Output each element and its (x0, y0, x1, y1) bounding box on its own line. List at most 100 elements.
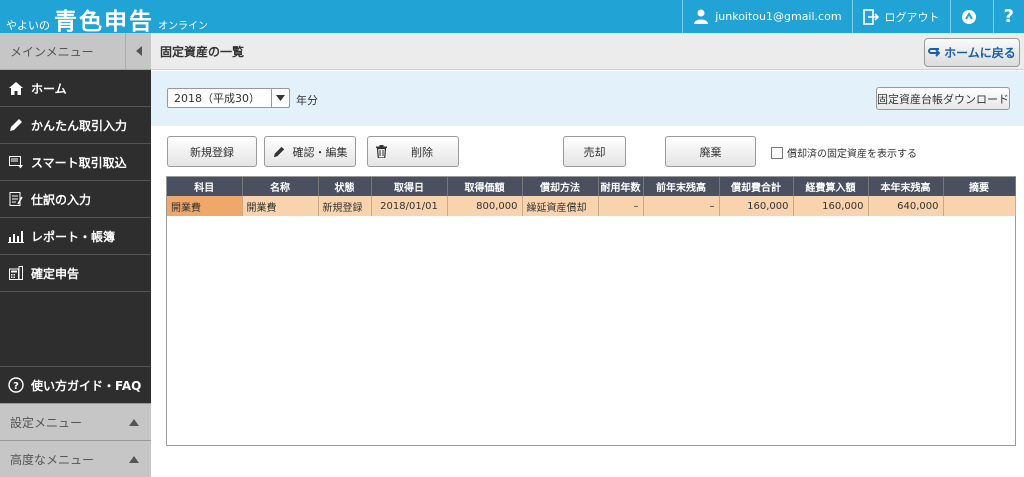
collapse-sidebar-button[interactable] (125, 32, 151, 70)
pencil-icon (273, 146, 285, 158)
app-logo[interactable]: やよいの 青色申告 オンライン (6, 2, 208, 35)
main-menu-label: メインメニュー (10, 44, 94, 59)
user-email: junkoitou1@gmail.com (715, 10, 842, 23)
column-header[interactable]: 取得日 (371, 177, 448, 196)
edit-button-label: 確認・編集 (292, 145, 348, 159)
table-header-row: 科目 名称 状態 取得日 取得価額 償却方法 耐用年数 前年末残高 償却費合計 … (167, 177, 1016, 196)
sidebar-item-label: かんたん取引入力 (31, 118, 128, 133)
chevron-up-icon (129, 455, 139, 463)
column-header[interactable]: 取得価額 (447, 177, 523, 196)
ledger-download-button[interactable]: 固定資産台帳ダウンロード (876, 87, 1010, 110)
cell-status: 新規登録 (318, 196, 372, 216)
logout-button[interactable]: ログアウト (853, 0, 950, 33)
sidebar-item-label: 仕訳の入力 (31, 192, 92, 207)
year-suffix: 年分 (296, 94, 318, 107)
sidebar-item-smart-import[interactable]: スマート取引取込 (0, 144, 151, 181)
sidebar-item-tax-return[interactable]: 確定申告 (0, 255, 151, 292)
home-button-label: ホームに戻る (944, 46, 1016, 60)
question-circle-icon: ? (8, 377, 24, 393)
advanced-menu-toggle[interactable]: 高度なメニュー (0, 440, 151, 477)
logout-label: ログアウト (884, 10, 940, 24)
confirm-edit-button[interactable]: 確認・編集 (264, 136, 356, 167)
page-title: 固定資産の一覧 (160, 44, 245, 59)
column-header[interactable]: 耐用年数 (598, 177, 644, 196)
sidebar-item-guide-faq[interactable]: ? 使い方ガイド・FAQ (0, 366, 151, 403)
cell-expense-amount: 160,000 (793, 196, 869, 216)
page-header: 固定資産の一覧 ホームに戻る (151, 33, 1024, 70)
svg-text:?: ? (13, 381, 19, 392)
home-icon (8, 80, 24, 96)
cell-depreciation-total: 160,000 (719, 196, 794, 216)
column-header[interactable]: 状態 (318, 177, 372, 196)
dispose-button[interactable]: 廃棄 (665, 136, 756, 167)
report-icon (8, 228, 24, 244)
sell-button-label: 売却 (583, 145, 606, 159)
support-icon (961, 9, 977, 25)
back-to-home-button[interactable]: ホームに戻る (924, 38, 1020, 67)
settings-menu-toggle[interactable]: 設定メニュー (0, 403, 151, 440)
table-row[interactable]: 開業費 開業費 新規登録 2018/01/01 800,000 繰延資産償却 –… (167, 196, 1016, 216)
fixed-asset-table: 科目 名称 状態 取得日 取得価額 償却方法 耐用年数 前年末残高 償却費合計 … (166, 176, 1016, 446)
pencil-icon (8, 117, 24, 133)
cell-account: 開業費 (167, 196, 243, 216)
logout-icon (862, 8, 879, 25)
delete-button[interactable]: 削除 (367, 136, 459, 167)
import-icon (8, 154, 24, 170)
return-arrow-icon (928, 47, 941, 57)
cell-year-end-balance: 640,000 (868, 196, 944, 216)
new-button-label: 新規登録 (190, 145, 234, 159)
column-header[interactable]: 摘要 (943, 177, 1016, 196)
top-bar: やよいの 青色申告 オンライン junkoitou1@gmail.com ログア… (0, 0, 1024, 35)
column-header[interactable]: 科目 (167, 177, 243, 196)
support-button[interactable] (951, 0, 993, 33)
new-registration-button[interactable]: 新規登録 (167, 136, 257, 167)
help-icon: ? (1003, 6, 1014, 27)
sidebar-item-label: スマート取引取込 (31, 155, 127, 170)
help-button[interactable]: ? (994, 0, 1024, 33)
sidebar-item-reports[interactable]: レポート・帳簿 (0, 218, 151, 255)
year-select-value: 2018（平成30） (174, 92, 260, 105)
checkbox-box[interactable] (771, 146, 783, 159)
sidebar-item-journal[interactable]: 仕訳の入力 (0, 181, 151, 218)
column-header[interactable]: 前年末残高 (643, 177, 720, 196)
column-header[interactable]: 本年末残高 (868, 177, 944, 196)
dispose-button-label: 廃棄 (699, 145, 722, 159)
sidebar-item-label: ホーム (31, 81, 67, 96)
show-depreciated-label: 償却済の固定資産を表示する (787, 149, 917, 160)
filter-area: 2018（平成30） 年分 固定資産台帳ダウンロード (151, 71, 1024, 126)
column-header[interactable]: 償却費合計 (719, 177, 794, 196)
dropdown-arrow-icon[interactable] (271, 89, 289, 107)
sidebar-item-label: 確定申告 (31, 266, 80, 281)
sidebar-item-simple-entry[interactable]: かんたん取引入力 (0, 107, 151, 144)
user-account[interactable]: junkoitou1@gmail.com (683, 0, 851, 33)
chevron-left-icon (135, 46, 142, 56)
cell-name: 開業費 (242, 196, 319, 216)
cell-acquisition-cost: 800,000 (447, 196, 523, 216)
column-header[interactable]: 経費算入額 (793, 177, 869, 196)
sidebar-item-label: レポート・帳簿 (31, 229, 116, 244)
settings-menu-label: 設定メニュー (10, 415, 83, 430)
sidebar: メインメニュー ホーム かんたん取引入力 スマート取引取込 仕訳の入力 レポート… (0, 32, 151, 477)
main-content: 固定資産の一覧 ホームに戻る 2018（平成30） 年分 固定資産台帳ダウンロー… (151, 33, 1024, 477)
main-menu-header[interactable]: メインメニュー (0, 32, 151, 70)
cell-depreciation-method: 繰延資産償却 (522, 196, 599, 216)
advanced-menu-label: 高度なメニュー (10, 452, 95, 467)
sidebar-item-home[interactable]: ホーム (0, 70, 151, 107)
column-header[interactable]: 償却方法 (522, 177, 599, 196)
user-icon (693, 9, 709, 25)
brand-prefix: やよいの (6, 19, 50, 32)
column-header[interactable]: 名称 (242, 177, 319, 196)
cell-remarks (943, 196, 1016, 216)
sidebar-item-label: 使い方ガイド・FAQ (31, 378, 142, 393)
cell-acquired-date: 2018/01/01 (371, 196, 448, 216)
cell-prev-year-balance: – (643, 196, 720, 216)
brand-suffix: オンライン (158, 21, 208, 32)
cell-useful-life: – (598, 196, 644, 216)
trash-icon (376, 145, 387, 158)
delete-button-label: 削除 (411, 145, 433, 159)
sell-button[interactable]: 売却 (563, 136, 626, 167)
show-depreciated-checkbox[interactable]: 償却済の固定資産を表示する (771, 145, 917, 160)
year-select[interactable]: 2018（平成30） (167, 88, 290, 108)
chevron-up-icon (129, 418, 139, 426)
journal-icon (8, 191, 24, 207)
